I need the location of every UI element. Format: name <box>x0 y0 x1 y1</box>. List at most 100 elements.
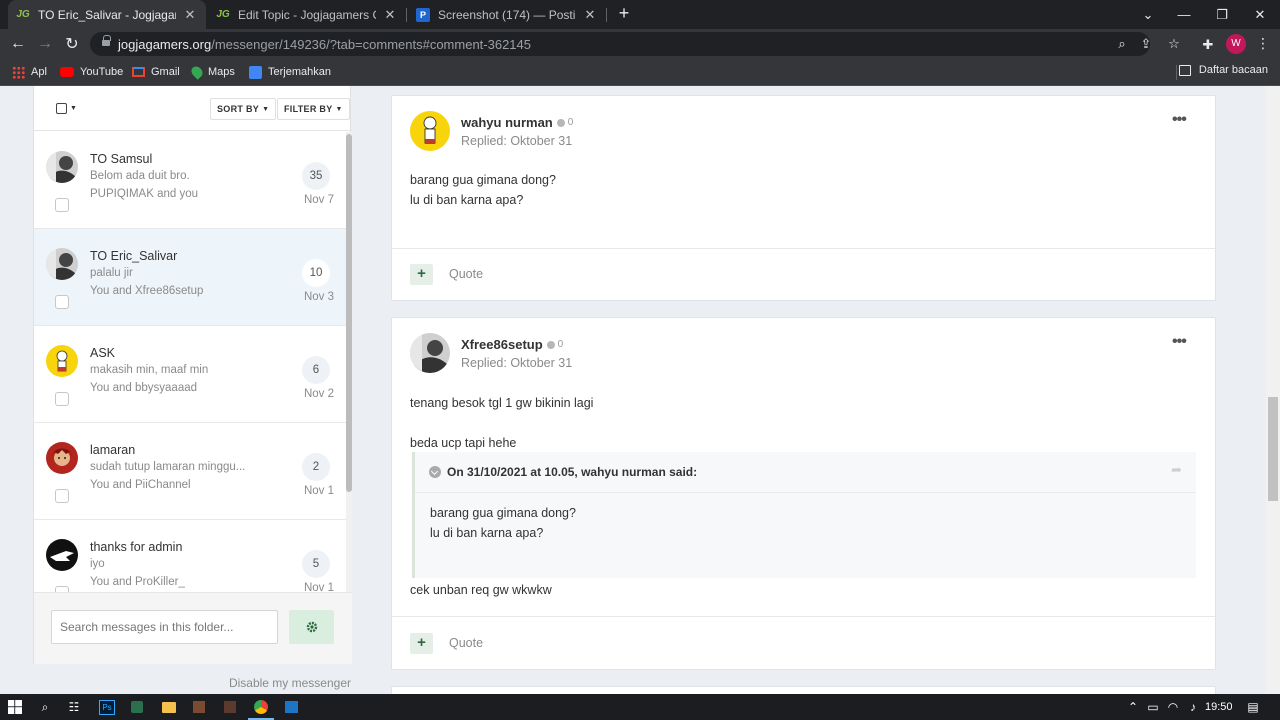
bookmark-label: Maps <box>208 66 235 78</box>
volume-icon[interactable]: ♪ <box>1184 698 1202 716</box>
reload-icon[interactable]: ↻ <box>61 33 83 55</box>
gmail-icon <box>132 67 145 77</box>
quote-button[interactable]: Quote <box>449 267 483 281</box>
select-all-dropdown[interactable]: ▼ <box>56 98 84 118</box>
chevron-up-icon[interactable]: ⌃ <box>1124 698 1142 716</box>
windows-start-icon[interactable] <box>6 698 24 716</box>
lock-icon <box>102 35 111 48</box>
conversation-item[interactable]: thanks for admin iyo You and ProKiller_ … <box>34 520 346 592</box>
conversation-item[interactable]: lamaran sudah tutup lamaran minggu... Yo… <box>34 423 346 520</box>
close-window-button[interactable]: ✕ <box>1242 0 1278 29</box>
wifi-icon[interactable]: ◠ <box>1164 698 1182 716</box>
forward-arrow-icon[interactable]: → <box>34 33 56 55</box>
quote-line: barang gua gimana dong? <box>430 506 576 520</box>
conversation-item[interactable]: ASK makasih min, maaf min You and bbysya… <box>34 326 346 423</box>
comment-post: wahyu nurman 0 Replied: Oktober 31 ••• b… <box>391 95 1216 301</box>
author-avatar[interactable] <box>410 111 450 151</box>
filter-by-button[interactable]: FILTER BY ▼ <box>277 98 350 120</box>
notification-icon[interactable]: ▤ <box>1244 698 1262 716</box>
reply-count-badge: 6 <box>302 356 330 384</box>
browser-tab-2[interactable]: JG Edit Topic - Jogjagamers Commu ✕ <box>208 0 406 29</box>
minimize-button[interactable]: — <box>1166 0 1202 29</box>
gear-icon <box>306 621 317 633</box>
bookmark-gmail[interactable]: Gmail <box>132 64 180 80</box>
profile-avatar[interactable]: W <box>1226 34 1246 54</box>
conversation-title: ASK <box>90 346 116 360</box>
quote-button[interactable]: Quote <box>449 636 483 650</box>
browser-menu-icon[interactable]: ⋮ <box>1256 35 1270 52</box>
conversation-checkbox[interactable] <box>55 295 69 309</box>
conversation-checkbox[interactable] <box>55 392 69 406</box>
reading-list-button[interactable]: Daftar bacaan <box>1178 64 1268 76</box>
author-name[interactable]: Xfree86setup 0 <box>461 337 563 352</box>
app-icon[interactable] <box>128 698 146 716</box>
address-bar[interactable]: jogjagamers.org/messenger/149236/?tab=co… <box>90 32 1180 56</box>
url-text: jogjagamers.org/messenger/149236/?tab=co… <box>118 37 531 52</box>
user-avatar <box>46 442 78 474</box>
new-tab-button[interactable]: + <box>614 3 634 25</box>
sort-by-button[interactable]: SORT BY ▼ <box>210 98 277 120</box>
close-tab-icon[interactable]: ✕ <box>582 7 598 23</box>
task-view-icon[interactable]: ☷ <box>65 698 83 716</box>
translate-icon <box>249 65 262 79</box>
extensions-puzzle-icon[interactable]: ✚ <box>1200 37 1216 53</box>
conversation-checkbox[interactable] <box>55 489 69 503</box>
star-bookmark-icon[interactable]: ☆ <box>1166 36 1182 52</box>
conversation-checkbox[interactable] <box>55 198 69 212</box>
taskbar-clock[interactable]: 19:50 <box>1205 701 1233 713</box>
page-scrollbar[interactable] <box>1266 86 1280 694</box>
bookmark-translate[interactable]: Terjemahkan <box>249 64 331 80</box>
author-name[interactable]: wahyu nurman 0 <box>461 115 573 130</box>
comment-post <box>391 686 1216 694</box>
author-name-text: Xfree86setup <box>461 337 543 352</box>
file-explorer-icon[interactable] <box>160 698 178 716</box>
share-quote-icon[interactable]: ➦ <box>1171 462 1182 478</box>
disable-messenger-link[interactable]: Disable my messenger <box>33 676 351 690</box>
conversation-date: Nov 7 <box>303 194 334 206</box>
page-content: ▼ SORT BY ▼ FILTER BY ▼ TO Samsul Belom … <box>0 86 1280 694</box>
author-avatar[interactable] <box>410 333 450 373</box>
quote-header[interactable]: On 31/10/2021 at 10.05, wahyu nurman sai… <box>429 465 697 479</box>
search-icon[interactable]: ⌕ <box>36 698 54 716</box>
search-options-button[interactable] <box>289 610 334 644</box>
chrome-icon[interactable] <box>252 698 270 716</box>
bookmark-label: Gmail <box>151 66 180 78</box>
game-app-icon[interactable] <box>221 698 239 716</box>
game-app-icon[interactable] <box>190 698 208 716</box>
conversation-date: Nov 1 <box>303 582 334 592</box>
bookmark-maps[interactable]: Maps <box>189 64 235 80</box>
react-plus-button[interactable]: + <box>410 264 433 285</box>
youtube-icon <box>60 67 74 77</box>
browser-tab-3[interactable]: P Screenshot (174) — Postimages ✕ <box>408 0 606 29</box>
conversation-snippet: makasih min, maaf min <box>90 364 209 376</box>
post-line: tenang besok tgl 1 gw bikinin lagi <box>410 396 594 410</box>
zoom-icon[interactable]: ⌕ <box>1114 36 1130 52</box>
conversation-item[interactable]: TO Eric_Salivar palalu jir You and Xfree… <box>34 229 346 326</box>
bookmark-youtube[interactable]: YouTube <box>60 64 123 80</box>
more-options-icon[interactable]: ••• <box>1172 111 1187 129</box>
bookmark-label: Apl <box>31 66 47 78</box>
conversation-participants: You and bbysyaaaad <box>90 382 198 394</box>
maximize-button[interactable]: ❐ <box>1204 0 1240 29</box>
post-divider <box>392 616 1215 617</box>
browser-tab-1[interactable]: JG TO Eric_Salivar - Jogjagamers Co ✕ <box>8 0 206 29</box>
battery-icon[interactable]: ▭ <box>1144 698 1162 716</box>
conversation-date: Nov 3 <box>303 291 334 303</box>
photoshop-icon[interactable]: Ps <box>98 698 116 716</box>
share-icon[interactable]: ⇪ <box>1138 36 1154 52</box>
react-plus-button[interactable]: + <box>410 633 433 654</box>
bookmark-apps[interactable]: Apl <box>12 64 47 80</box>
close-tab-icon[interactable]: ✕ <box>182 7 198 23</box>
back-arrow-icon[interactable]: ← <box>7 33 29 55</box>
tab-search-icon[interactable]: ⌄ <box>1130 0 1166 29</box>
caret-down-icon: ▼ <box>335 105 343 113</box>
more-options-icon[interactable]: ••• <box>1172 333 1187 351</box>
conversation-item[interactable]: TO Samsul Belom ada duit bro. PUPIQIMAK … <box>34 132 346 229</box>
reply-count-badge: 5 <box>302 550 330 578</box>
close-tab-icon[interactable]: ✕ <box>382 7 398 23</box>
page-scrollbar-thumb[interactable] <box>1268 397 1278 501</box>
desktop-app-icon[interactable] <box>282 698 300 716</box>
maps-pin-icon <box>189 64 205 80</box>
search-messages-input[interactable] <box>51 610 278 644</box>
conversation-scrollbar-thumb[interactable] <box>346 134 352 492</box>
